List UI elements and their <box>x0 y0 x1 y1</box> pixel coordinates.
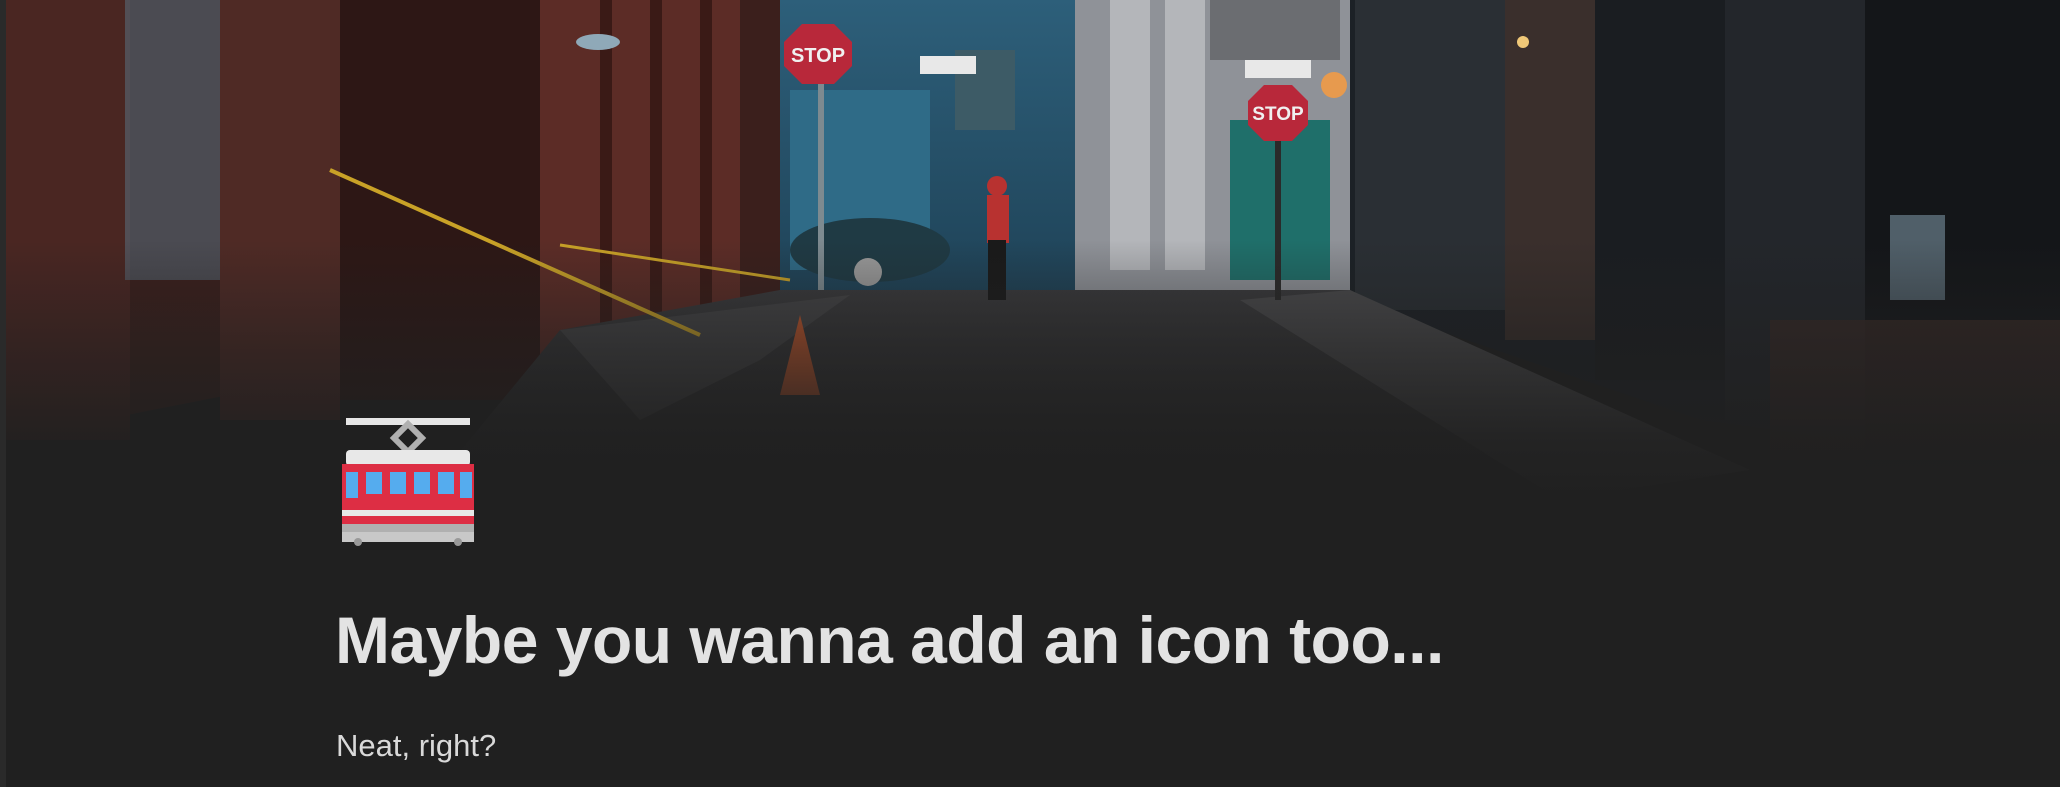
tram-icon-graphic <box>342 418 474 546</box>
page-cover-image[interactable]: STOP STOP <box>0 0 2060 500</box>
tram-icon[interactable] <box>340 414 476 550</box>
page-text-block[interactable]: Neat, right? <box>336 726 496 766</box>
stop-sign-left-text: STOP <box>791 45 845 67</box>
window-edge <box>0 0 6 787</box>
notion-page: STOP STOP Maybe you wanna add an icon to… <box>0 0 2060 787</box>
city-alley-photo: STOP STOP <box>0 0 2060 500</box>
stop-sign-right-text: STOP <box>1252 104 1304 125</box>
page-title[interactable]: Maybe you wanna add an icon too... <box>335 600 1444 680</box>
